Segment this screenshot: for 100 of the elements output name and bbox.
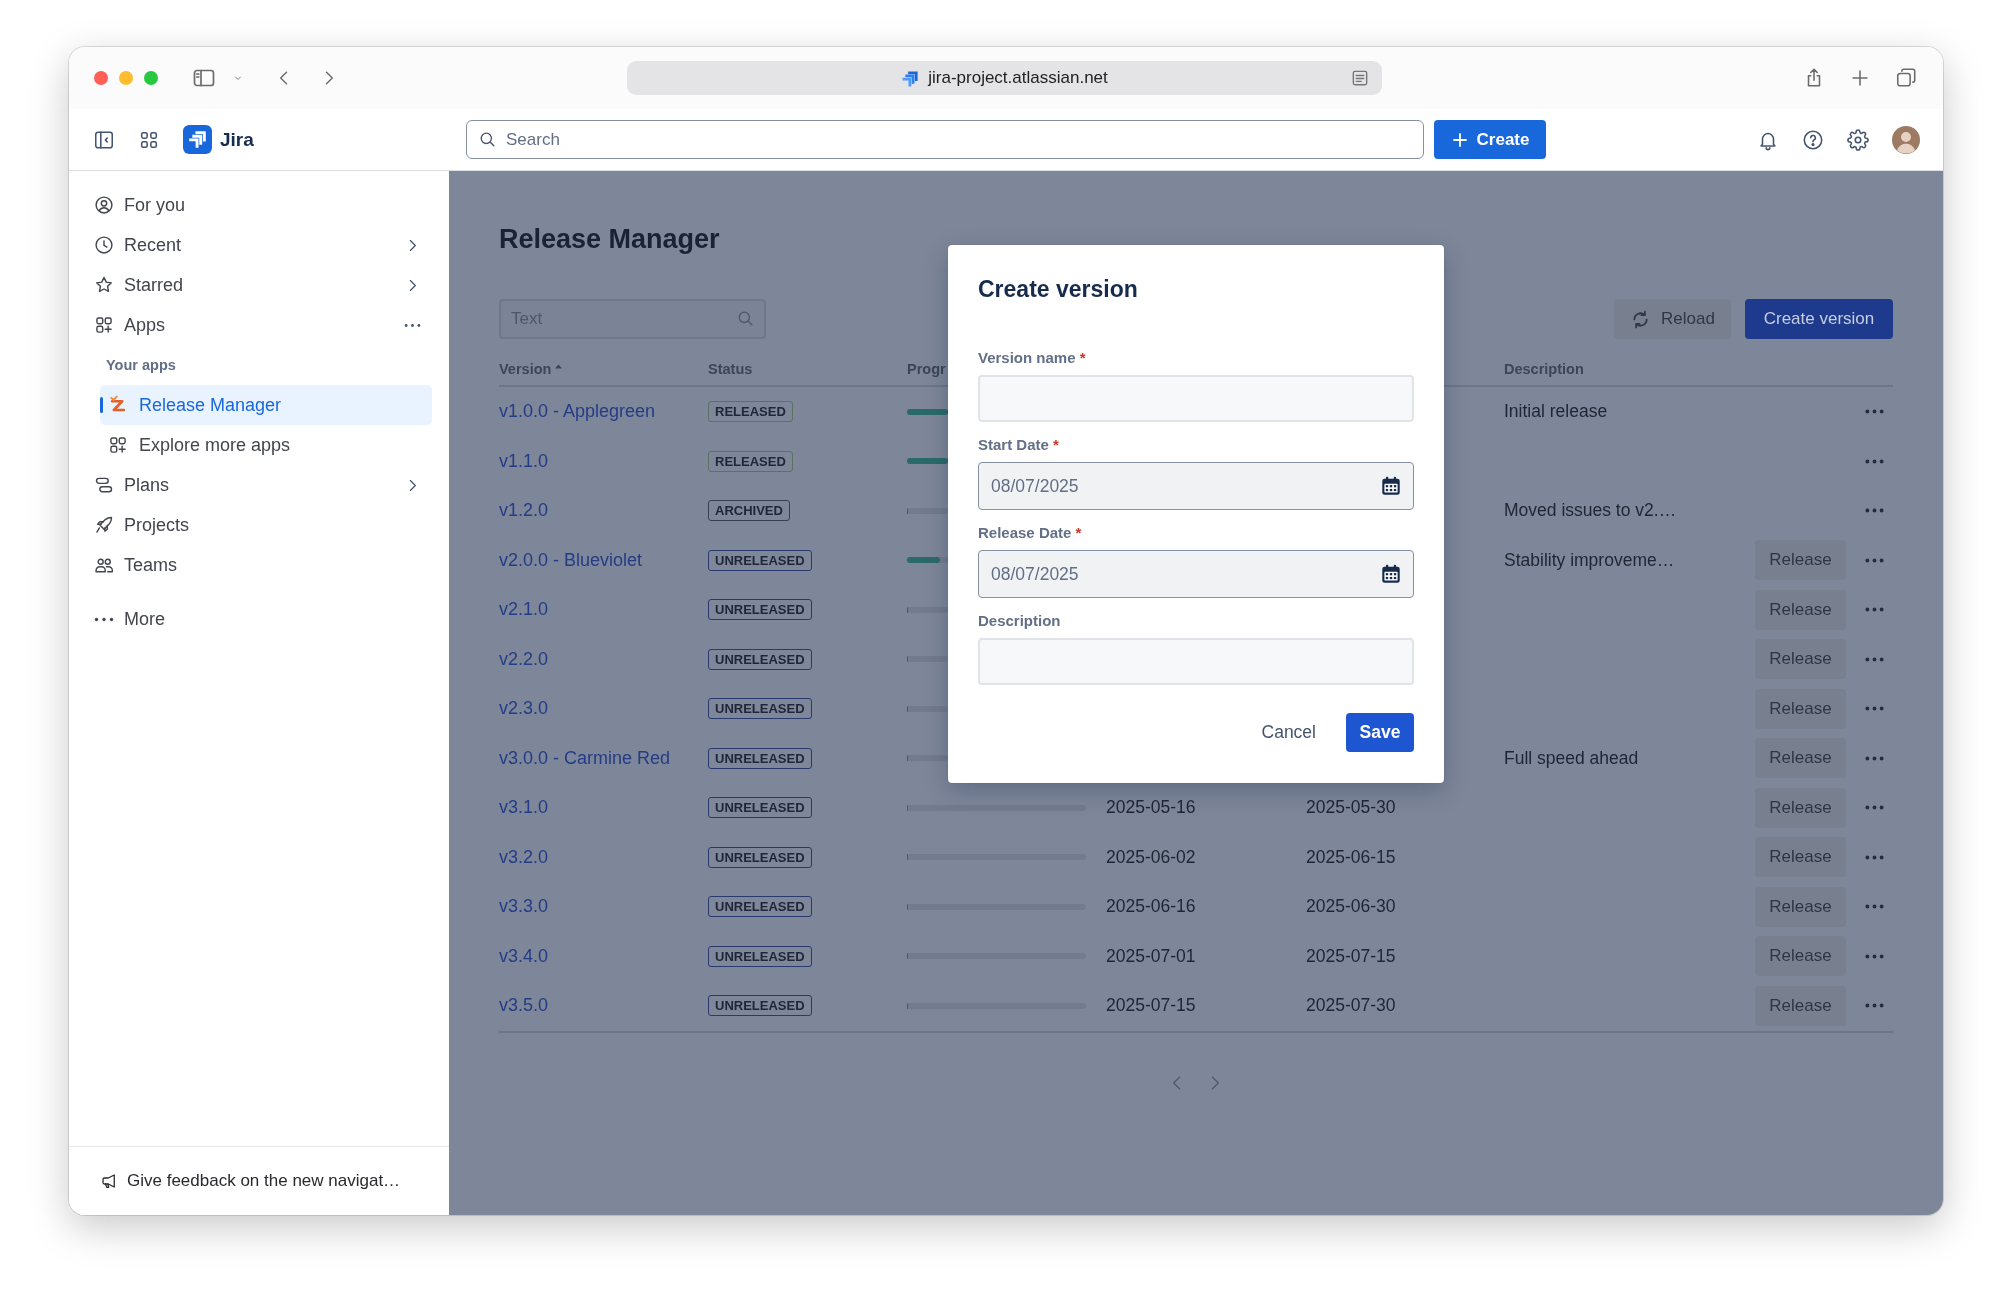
cancel-button[interactable]: Cancel xyxy=(1249,713,1328,752)
calendar-icon[interactable] xyxy=(1380,475,1402,497)
release-button[interactable]: Release xyxy=(1755,738,1846,779)
more-icon[interactable] xyxy=(404,322,421,328)
apps-icon xyxy=(94,315,114,335)
status-lozenge: UNRELEASED xyxy=(708,945,812,967)
create-version-button[interactable]: Create version xyxy=(1745,299,1893,339)
status-lozenge: UNRELEASED xyxy=(708,549,812,571)
input-field[interactable] xyxy=(978,638,1414,685)
reload-button[interactable]: Reload xyxy=(1614,299,1731,339)
plus-icon xyxy=(1450,130,1469,149)
selected-indicator xyxy=(100,397,103,413)
status-lozenge: RELEASED xyxy=(708,401,793,423)
sidebar-item[interactable]: Teams xyxy=(88,545,432,585)
section-heading: Your apps xyxy=(106,356,176,375)
sidebar-item[interactable]: Recent xyxy=(88,225,432,265)
column-header[interactable]: Description xyxy=(1504,360,1584,378)
page-title: Release Manager xyxy=(499,223,721,256)
release-button[interactable]: Release xyxy=(1755,837,1846,878)
field-label: Start Date * xyxy=(978,435,1060,455)
sidebar-item[interactable]: Release Manager xyxy=(100,385,432,425)
sidebar-item[interactable]: More xyxy=(88,599,432,639)
status-lozenge: UNRELEASED xyxy=(708,797,812,819)
version-link[interactable]: v1.2.0 xyxy=(499,500,549,522)
more-icon xyxy=(1864,706,1884,712)
person-icon xyxy=(94,195,114,215)
sidebar-item[interactable]: Apps xyxy=(88,305,432,345)
release-date: 2025-05-30 xyxy=(1306,797,1396,819)
column-header[interactable]: Version xyxy=(499,360,563,378)
save-button[interactable]: Save xyxy=(1346,713,1414,752)
reader-icon[interactable] xyxy=(1350,68,1370,88)
version-link[interactable]: v3.3.0 xyxy=(499,896,549,918)
release-date: 2025-06-15 xyxy=(1306,846,1396,868)
release-date: 2025-07-15 xyxy=(1306,945,1396,967)
date-field[interactable]: 08/07/2025 xyxy=(978,462,1414,510)
megaphone-icon xyxy=(100,1172,118,1190)
version-link[interactable]: v3.4.0 xyxy=(499,945,549,967)
status-lozenge: UNRELEASED xyxy=(708,599,812,621)
release-button[interactable]: Release xyxy=(1755,886,1846,927)
more-icon xyxy=(1864,458,1884,464)
version-link[interactable]: v2.3.0 xyxy=(499,698,549,720)
status-lozenge: UNRELEASED xyxy=(708,896,812,918)
search-field[interactable]: Search xyxy=(466,120,1424,159)
release-button[interactable]: Release xyxy=(1755,540,1846,581)
version-link[interactable]: v3.0.0 - Carmine Red xyxy=(499,747,671,769)
window-zoom-icon[interactable] xyxy=(144,71,158,85)
date-field[interactable]: 08/07/2025 xyxy=(978,550,1414,598)
tabs-icon[interactable] xyxy=(1895,67,1917,89)
version-link[interactable]: v3.2.0 xyxy=(499,846,549,868)
release-button[interactable]: Release xyxy=(1755,936,1846,977)
version-link[interactable]: v3.5.0 xyxy=(499,995,549,1017)
dots-icon xyxy=(94,616,114,622)
version-link[interactable]: v2.1.0 xyxy=(499,599,549,621)
field-label: Release Date * xyxy=(978,523,1083,543)
status-lozenge: UNRELEASED xyxy=(708,846,812,868)
create-button[interactable]: Create xyxy=(1434,120,1546,159)
start-date: 2025-05-16 xyxy=(1106,797,1196,819)
more-icon xyxy=(1864,755,1884,761)
sidebar-toggle-icon[interactable] xyxy=(93,128,115,151)
star-icon xyxy=(94,275,114,295)
address-bar[interactable]: jira-project.atlassian.net xyxy=(627,61,1382,95)
calendar-icon[interactable] xyxy=(1380,563,1402,585)
column-header[interactable]: Status xyxy=(708,360,753,378)
version-link[interactable]: v1.0.0 - Applegreen xyxy=(499,401,656,423)
settings-icon[interactable] xyxy=(1847,128,1869,151)
status-lozenge: RELEASED xyxy=(708,450,793,472)
sidebar-item[interactable]: Starred xyxy=(88,265,432,305)
release-button[interactable]: Release xyxy=(1755,985,1846,1026)
start-date: 2025-06-16 xyxy=(1106,896,1196,918)
jira-logo-icon[interactable] xyxy=(183,125,212,154)
sort-up-icon xyxy=(555,363,563,369)
more-icon xyxy=(1864,557,1884,563)
feedback-button[interactable]: Give feedback on the new navigat… xyxy=(69,1146,449,1215)
version-link[interactable]: v2.0.0 - Blueviolet xyxy=(499,549,643,571)
sidebar-item[interactable]: Projects xyxy=(88,505,432,545)
release-button[interactable]: Release xyxy=(1755,589,1846,630)
product-name[interactable]: Jira xyxy=(220,128,254,151)
more-icon xyxy=(1864,656,1884,662)
more-icon xyxy=(1864,904,1884,910)
input-field[interactable] xyxy=(978,375,1414,422)
field-label: Description xyxy=(978,611,1062,631)
avatar-icon[interactable] xyxy=(1892,125,1920,154)
description-text: Moved issues to v2.… xyxy=(1504,500,1677,522)
status-lozenge: UNRELEASED xyxy=(708,698,812,720)
release-button[interactable]: Release xyxy=(1755,639,1846,680)
plans-icon xyxy=(94,475,114,495)
version-link[interactable]: v3.1.0 xyxy=(499,797,549,819)
sidebar-item[interactable]: For you xyxy=(88,185,432,225)
release-button[interactable]: Release xyxy=(1755,787,1846,828)
sidebar-item[interactable]: Explore more apps xyxy=(100,425,432,465)
search-icon xyxy=(736,309,755,328)
start-date: 2025-07-15 xyxy=(1106,995,1196,1017)
window-close-icon[interactable] xyxy=(94,71,108,85)
column-header[interactable]: Progr xyxy=(907,360,946,378)
help-icon[interactable] xyxy=(1802,128,1824,151)
sidebar-item[interactable]: Plans xyxy=(88,465,432,505)
release-button[interactable]: Release xyxy=(1755,688,1846,729)
version-link[interactable]: v1.1.0 xyxy=(499,450,549,472)
more-icon xyxy=(1864,854,1884,860)
version-link[interactable]: v2.2.0 xyxy=(499,648,549,670)
